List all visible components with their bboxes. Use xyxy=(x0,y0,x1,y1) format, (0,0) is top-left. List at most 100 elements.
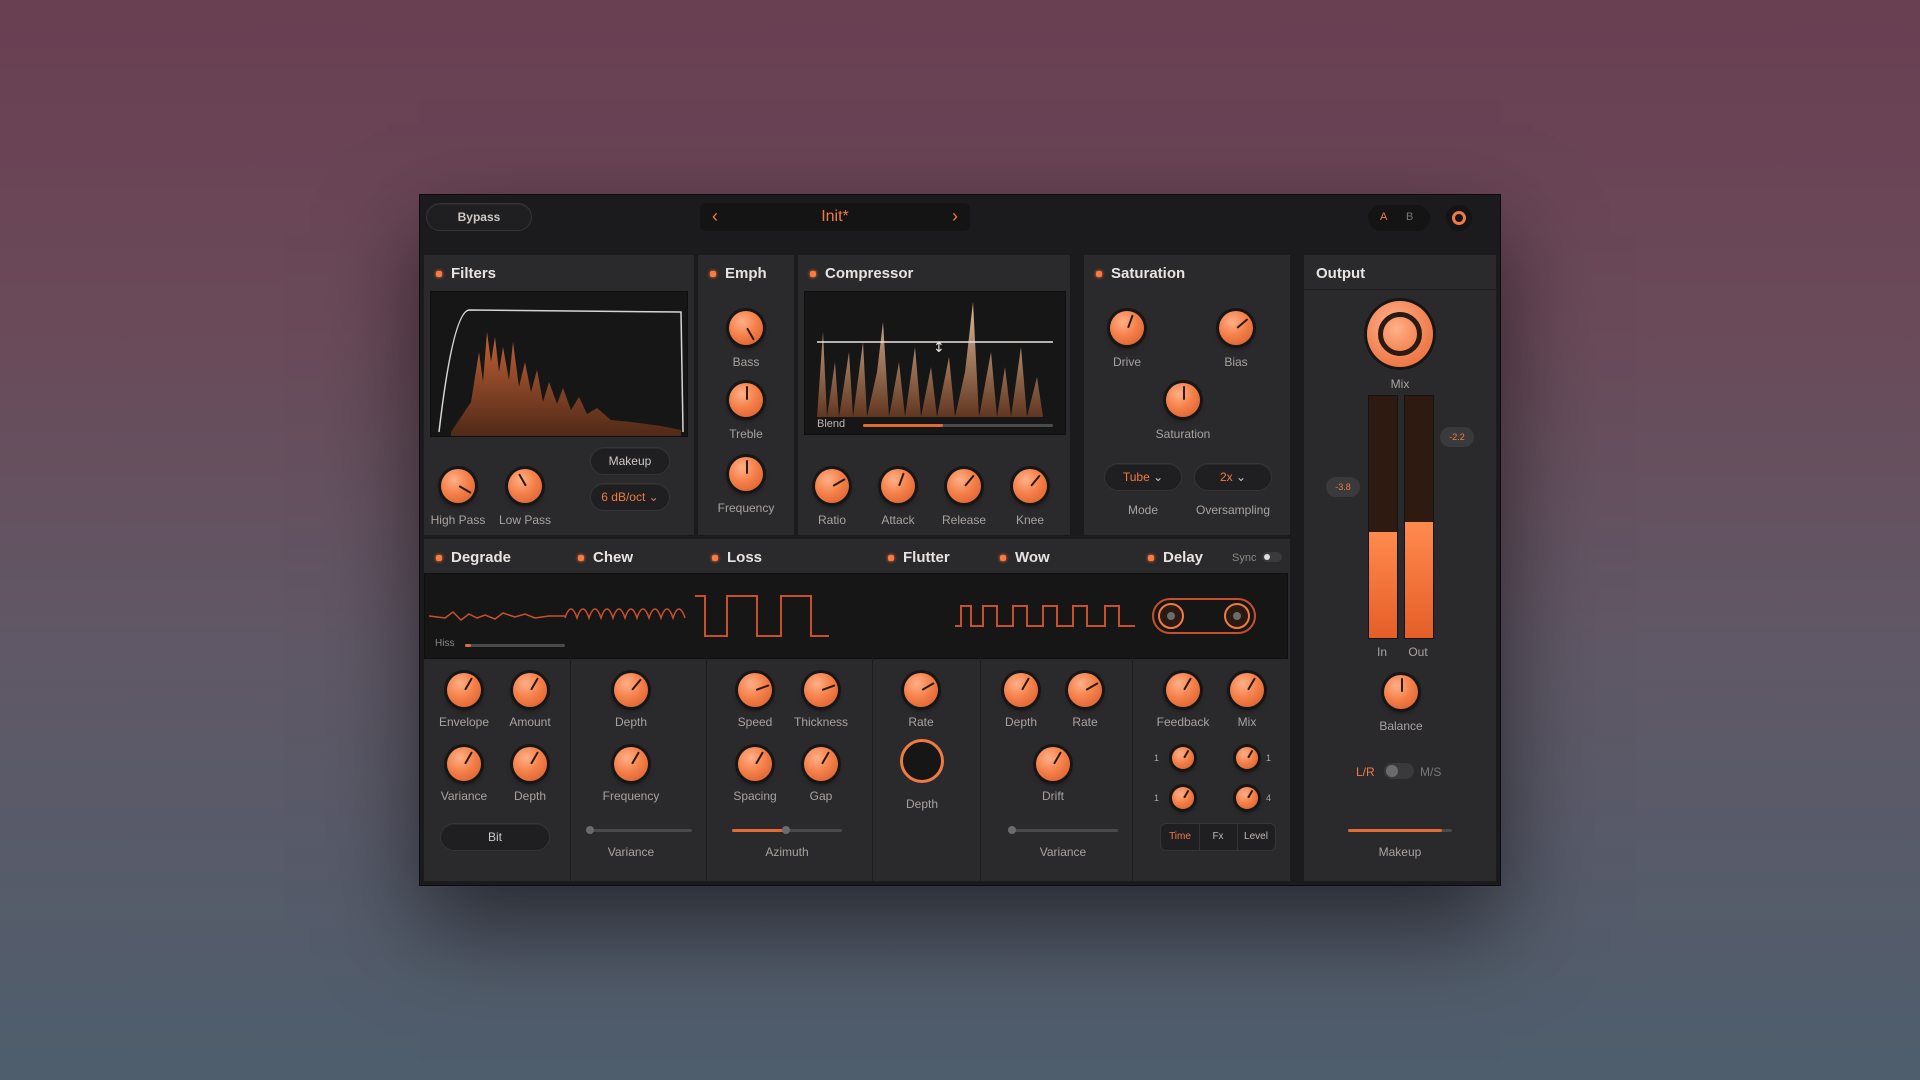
filter-slope-value: 6 dB/oct xyxy=(601,490,646,504)
tap2-left-value: 1 xyxy=(1154,793,1160,803)
blend-label: Blend xyxy=(817,418,846,430)
mix-knob[interactable] xyxy=(1367,301,1433,367)
emph-panel: Emph Bass Treble Frequency xyxy=(698,255,794,535)
azimuth-label: Azimuth xyxy=(765,845,809,859)
ab-toggle[interactable]: A B xyxy=(1368,205,1430,231)
bias-knob[interactable] xyxy=(1219,311,1253,345)
wow-variance-slider[interactable] xyxy=(1008,826,1118,834)
degrade-title: Degrade xyxy=(436,549,511,566)
filters-makeup-button[interactable]: Makeup xyxy=(590,447,670,475)
input-meter xyxy=(1368,395,1398,639)
tap1-time-knob[interactable] xyxy=(1172,747,1194,769)
mode-dropdown[interactable]: Tube ⌄ xyxy=(1104,463,1182,491)
chew-variance-slider[interactable] xyxy=(586,826,692,834)
balance-label: Balance xyxy=(1379,719,1423,733)
filters-spectrum-display xyxy=(430,291,688,437)
chew-depth-knob[interactable] xyxy=(614,673,648,707)
flutter-rate-knob[interactable] xyxy=(904,673,938,707)
flutter-title: Flutter xyxy=(888,549,950,566)
oversampling-label: Oversampling xyxy=(1195,503,1271,517)
wow-depth-knob[interactable] xyxy=(1004,673,1038,707)
emph-bass-knob[interactable] xyxy=(729,311,763,345)
mode-label: Mode xyxy=(1127,503,1159,517)
saturation-led-icon[interactable] xyxy=(1096,270,1102,277)
degrade-bit-button[interactable]: Bit xyxy=(440,823,550,851)
tap2-level-knob[interactable] xyxy=(1236,787,1258,809)
envelope-knob[interactable] xyxy=(447,673,481,707)
saturation-title: Saturation xyxy=(1096,265,1185,282)
compressor-title: Compressor xyxy=(810,265,913,282)
oversampling-dropdown[interactable]: 2x ⌄ xyxy=(1194,463,1272,491)
amount-knob[interactable] xyxy=(513,673,547,707)
gap-knob[interactable] xyxy=(804,747,838,781)
speed-knob[interactable] xyxy=(738,673,772,707)
drive-knob[interactable] xyxy=(1110,311,1144,345)
release-knob[interactable] xyxy=(947,469,981,503)
output-makeup-label: Makeup xyxy=(1378,845,1422,859)
azimuth-slider[interactable] xyxy=(732,826,842,834)
sync-toggle[interactable] xyxy=(1262,552,1282,562)
delay-tab-fx[interactable]: Fx xyxy=(1199,824,1238,850)
balance-knob[interactable] xyxy=(1384,675,1418,709)
feedback-knob[interactable] xyxy=(1166,673,1200,707)
wow-variance-label: Variance xyxy=(1039,845,1087,859)
toggle-b-label[interactable]: B xyxy=(1406,211,1413,223)
knee-knob[interactable] xyxy=(1013,469,1047,503)
filter-slope-dropdown[interactable]: 6 dB/oct ⌄ xyxy=(590,483,670,511)
ratio-knob[interactable] xyxy=(815,469,849,503)
wow-led-icon[interactable] xyxy=(1000,554,1006,561)
chevron-down-icon: ⌄ xyxy=(1235,470,1247,484)
saturation-knob[interactable] xyxy=(1166,383,1200,417)
loss-led-icon[interactable] xyxy=(712,554,718,561)
knee-label: Knee xyxy=(1015,513,1045,527)
degrade-depth-knob[interactable] xyxy=(513,747,547,781)
preset-selector[interactable]: ‹ Init* › xyxy=(700,203,970,231)
svg-text:↕: ↕ xyxy=(933,340,945,356)
chew-variance-label: Variance xyxy=(607,845,655,859)
compressor-panel: Compressor ↕ Blend Ratio Attack Release … xyxy=(798,255,1070,535)
thickness-knob[interactable] xyxy=(804,673,838,707)
spacing-knob[interactable] xyxy=(738,747,772,781)
degrade-led-icon[interactable] xyxy=(436,554,442,561)
stereo-mode-toggle[interactable] xyxy=(1384,763,1414,779)
drift-knob[interactable] xyxy=(1036,747,1070,781)
tap2-time-knob[interactable] xyxy=(1172,787,1194,809)
emph-treble-knob[interactable] xyxy=(729,383,763,417)
emph-frequency-knob[interactable] xyxy=(729,457,763,491)
delay-mix-knob[interactable] xyxy=(1230,673,1264,707)
low-pass-knob[interactable] xyxy=(508,469,542,503)
power-icon[interactable] xyxy=(1446,205,1472,231)
ms-label[interactable]: M/S xyxy=(1420,765,1441,779)
delay-tab-level[interactable]: Level xyxy=(1237,824,1275,850)
tape-tabs-bar: Degrade Chew Loss Flutter Wow Delay Sync xyxy=(424,539,1290,573)
emph-title: Emph xyxy=(710,265,767,282)
degrade-variance-knob[interactable] xyxy=(447,747,481,781)
high-pass-knob[interactable] xyxy=(441,469,475,503)
tap2-right-value: 4 xyxy=(1266,793,1272,803)
emph-led-icon[interactable] xyxy=(710,270,716,277)
flutter-led-icon[interactable] xyxy=(888,554,894,561)
amount-label: Amount xyxy=(509,715,551,729)
flutter-depth-knob[interactable] xyxy=(900,739,944,783)
lr-label[interactable]: L/R xyxy=(1356,765,1375,779)
emph-treble-label: Treble xyxy=(729,427,763,441)
wow-rate-knob[interactable] xyxy=(1068,673,1102,707)
delay-led-icon[interactable] xyxy=(1148,554,1154,561)
delay-tab-time[interactable]: Time xyxy=(1161,824,1200,850)
degrade-depth-label: Depth xyxy=(513,789,547,803)
tap1-level-knob[interactable] xyxy=(1236,747,1258,769)
attack-knob[interactable] xyxy=(881,469,915,503)
next-preset-icon[interactable]: › xyxy=(952,206,958,227)
compressor-led-icon[interactable] xyxy=(810,270,816,277)
chew-frequency-knob[interactable] xyxy=(614,747,648,781)
filters-led-icon[interactable] xyxy=(436,270,442,277)
thickness-label: Thickness xyxy=(793,715,849,729)
blend-slider[interactable] xyxy=(863,424,1053,427)
chew-led-icon[interactable] xyxy=(578,554,584,561)
toggle-a-label[interactable]: A xyxy=(1380,211,1387,223)
output-makeup-slider[interactable] xyxy=(1348,829,1452,832)
bypass-button[interactable]: Bypass xyxy=(426,203,532,231)
hiss-slider[interactable] xyxy=(465,644,565,647)
plugin-window: Bypass ‹ Init* › A B Filters High Pass L… xyxy=(419,194,1501,886)
flutter-depth-label: Depth xyxy=(905,797,939,811)
